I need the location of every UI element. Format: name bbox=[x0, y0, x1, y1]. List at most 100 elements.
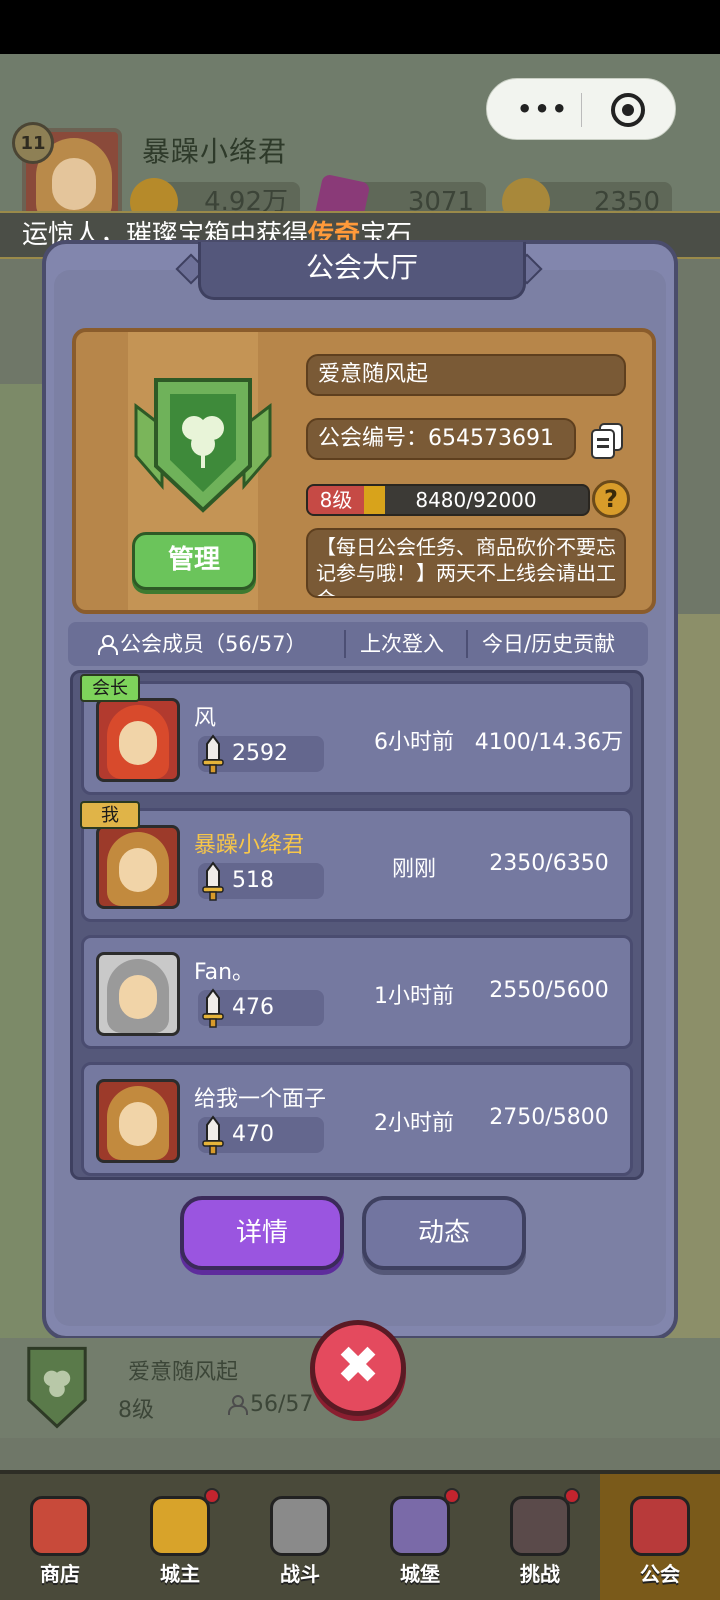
member-power: 476 bbox=[198, 988, 324, 1028]
member-list[interactable]: 风 2592 6小时前 4100/14.36万 会长暴躁小绛君 518 刚刚 2350/635… bbox=[70, 670, 644, 1180]
xp-text: 8480/92000 bbox=[415, 488, 537, 512]
avatar-face bbox=[52, 158, 96, 210]
nav-item[interactable]: 城堡 bbox=[360, 1474, 480, 1600]
member-row[interactable]: 暴躁小绛君 518 刚刚 2350/6350 我 bbox=[80, 801, 633, 922]
sword-icon bbox=[202, 861, 224, 901]
member-power-value: 476 bbox=[232, 995, 274, 1020]
guild-hall-dialog: 公会大厅 管理 爱意随风起 公会编号：654573691 8级 8480/920… bbox=[42, 240, 678, 1340]
close-button[interactable]: ✖ bbox=[310, 1320, 406, 1416]
banner-icon bbox=[630, 1496, 690, 1556]
guild-emblem-small-icon bbox=[27, 1346, 87, 1429]
news-button[interactable]: 动态 bbox=[362, 1196, 526, 1270]
member-power-value: 518 bbox=[232, 868, 274, 893]
notification-dot bbox=[564, 1488, 580, 1504]
guild-summary-name: 爱意随风起 bbox=[128, 1360, 239, 1385]
nav-item-label: 挑战 bbox=[520, 1562, 560, 1586]
swords-icon bbox=[270, 1496, 330, 1556]
manage-button[interactable]: 管理 bbox=[132, 532, 256, 590]
column-divider bbox=[466, 630, 468, 658]
nav-item-label: 公会 bbox=[640, 1562, 680, 1586]
crown-icon bbox=[150, 1496, 210, 1556]
castle-icon bbox=[390, 1496, 450, 1556]
member-power: 2592 bbox=[198, 734, 324, 774]
notification-dot bbox=[444, 1488, 460, 1504]
capsule-divider bbox=[581, 93, 582, 127]
members-column-label: 公会成员（56/57） bbox=[120, 632, 307, 656]
member-power-value: 2592 bbox=[232, 741, 288, 766]
more-menu-button[interactable]: ••• bbox=[517, 95, 569, 123]
member-row[interactable]: Fan。 476 1小时前 2550/5600 bbox=[81, 935, 633, 1049]
member-last-login: 6小时前 bbox=[374, 730, 454, 755]
guild-emblem-icon bbox=[134, 378, 272, 513]
shop-icon bbox=[30, 1496, 90, 1556]
user-icon bbox=[228, 1395, 248, 1415]
user-icon bbox=[98, 635, 118, 655]
guild-level-label: 8级 bbox=[308, 486, 364, 514]
nav-item[interactable]: 城主 bbox=[120, 1474, 240, 1600]
member-last-login: 2小时前 bbox=[374, 1111, 454, 1136]
nav-item[interactable]: 挑战 bbox=[480, 1474, 600, 1600]
close-miniprogram-icon[interactable] bbox=[611, 93, 645, 127]
member-name: 风 bbox=[194, 706, 217, 731]
nav-item-label: 城主 bbox=[160, 1562, 200, 1586]
bottom-navigation: 商店 城主 战斗 城堡 挑战 公会 bbox=[0, 1470, 720, 1600]
avatar-face bbox=[119, 848, 157, 892]
member-avatar[interactable] bbox=[96, 698, 180, 782]
member-role-tag: 会长 bbox=[80, 674, 140, 702]
sword-icon bbox=[202, 1115, 224, 1155]
player-name: 暴躁小绛君 bbox=[142, 135, 288, 168]
member-name: 给我一个面子 bbox=[194, 1087, 327, 1112]
nav-item[interactable]: 公会 bbox=[600, 1474, 720, 1600]
nav-item[interactable]: 商店 bbox=[0, 1474, 120, 1600]
contribution-column-header[interactable]: 今日/历史贡献 bbox=[482, 622, 615, 666]
member-avatar[interactable] bbox=[96, 1079, 180, 1163]
avatar-face bbox=[119, 975, 157, 1019]
nav-item-label: 商店 bbox=[40, 1562, 80, 1586]
member-contribution: 4100/14.36万 bbox=[474, 730, 624, 755]
notification-dot bbox=[204, 1488, 220, 1504]
member-name: Fan。 bbox=[194, 960, 255, 985]
column-divider bbox=[344, 630, 346, 658]
member-row[interactable]: 风 2592 6小时前 4100/14.36万 会长 bbox=[80, 674, 633, 795]
nav-item[interactable]: 战斗 bbox=[240, 1474, 360, 1600]
sword-icon bbox=[202, 988, 224, 1028]
guild-notice: 【每日公会任务、商品砍价不要忘记参与哦！】两天不上线会请出工会 bbox=[306, 528, 626, 598]
nav-item-label: 城堡 bbox=[400, 1562, 440, 1586]
avatar-face bbox=[119, 1102, 157, 1146]
member-last-login: 刚刚 bbox=[391, 857, 436, 882]
member-row[interactable]: 给我一个面子 470 2小时前 2750/5800 bbox=[81, 1062, 633, 1176]
member-avatar[interactable] bbox=[96, 825, 180, 909]
member-contribution: 2750/5800 bbox=[489, 1105, 609, 1130]
miniprogram-capsule: ••• bbox=[486, 78, 676, 140]
sword-icon bbox=[202, 734, 224, 774]
guild-summary-members-value: 56/57 bbox=[250, 1392, 314, 1417]
guild-name-field: 爱意随风起 bbox=[306, 354, 626, 396]
status-bar bbox=[0, 0, 720, 54]
member-avatar[interactable] bbox=[96, 952, 180, 1036]
member-last-login: 1小时前 bbox=[374, 984, 454, 1009]
guild-info-card: 管理 爱意随风起 公会编号：654573691 8级 8480/92000 ? … bbox=[72, 328, 656, 614]
player-level-badge: 11 bbox=[12, 122, 54, 164]
nav-item-label: 战斗 bbox=[280, 1562, 320, 1586]
member-contribution: 2550/5600 bbox=[489, 978, 609, 1003]
dialog-title: 公会大厅 bbox=[198, 242, 526, 300]
members-column-header[interactable]: 公会成员（56/57） bbox=[98, 622, 307, 666]
game-screen: 11 暴躁小绛君 4.92万 3071 2350 ••• 运惊人，璀璨宝箱中获得… bbox=[0, 0, 720, 1600]
member-power: 518 bbox=[198, 861, 324, 901]
guild-id-field: 公会编号：654573691 bbox=[306, 418, 576, 460]
guild-summary-level: 8级 bbox=[118, 1398, 154, 1423]
copy-icon[interactable] bbox=[590, 422, 624, 460]
detail-button[interactable]: 详情 bbox=[180, 1196, 344, 1270]
last-login-column-header[interactable]: 上次登入 bbox=[360, 622, 444, 666]
demon-icon bbox=[510, 1496, 570, 1556]
member-power-value: 470 bbox=[232, 1122, 274, 1147]
member-power: 470 bbox=[198, 1115, 324, 1155]
help-icon[interactable]: ? bbox=[592, 480, 630, 518]
guild-summary-members: 56/57 bbox=[228, 1392, 313, 1417]
member-contribution: 2350/6350 bbox=[489, 851, 609, 876]
avatar-face bbox=[119, 721, 157, 765]
guild-xp-bar: 8级 8480/92000 bbox=[306, 484, 590, 516]
member-role-tag: 我 bbox=[80, 801, 140, 829]
member-name: 暴躁小绛君 bbox=[194, 833, 305, 858]
member-list-header: 公会成员（56/57） 上次登入 今日/历史贡献 bbox=[68, 622, 648, 666]
